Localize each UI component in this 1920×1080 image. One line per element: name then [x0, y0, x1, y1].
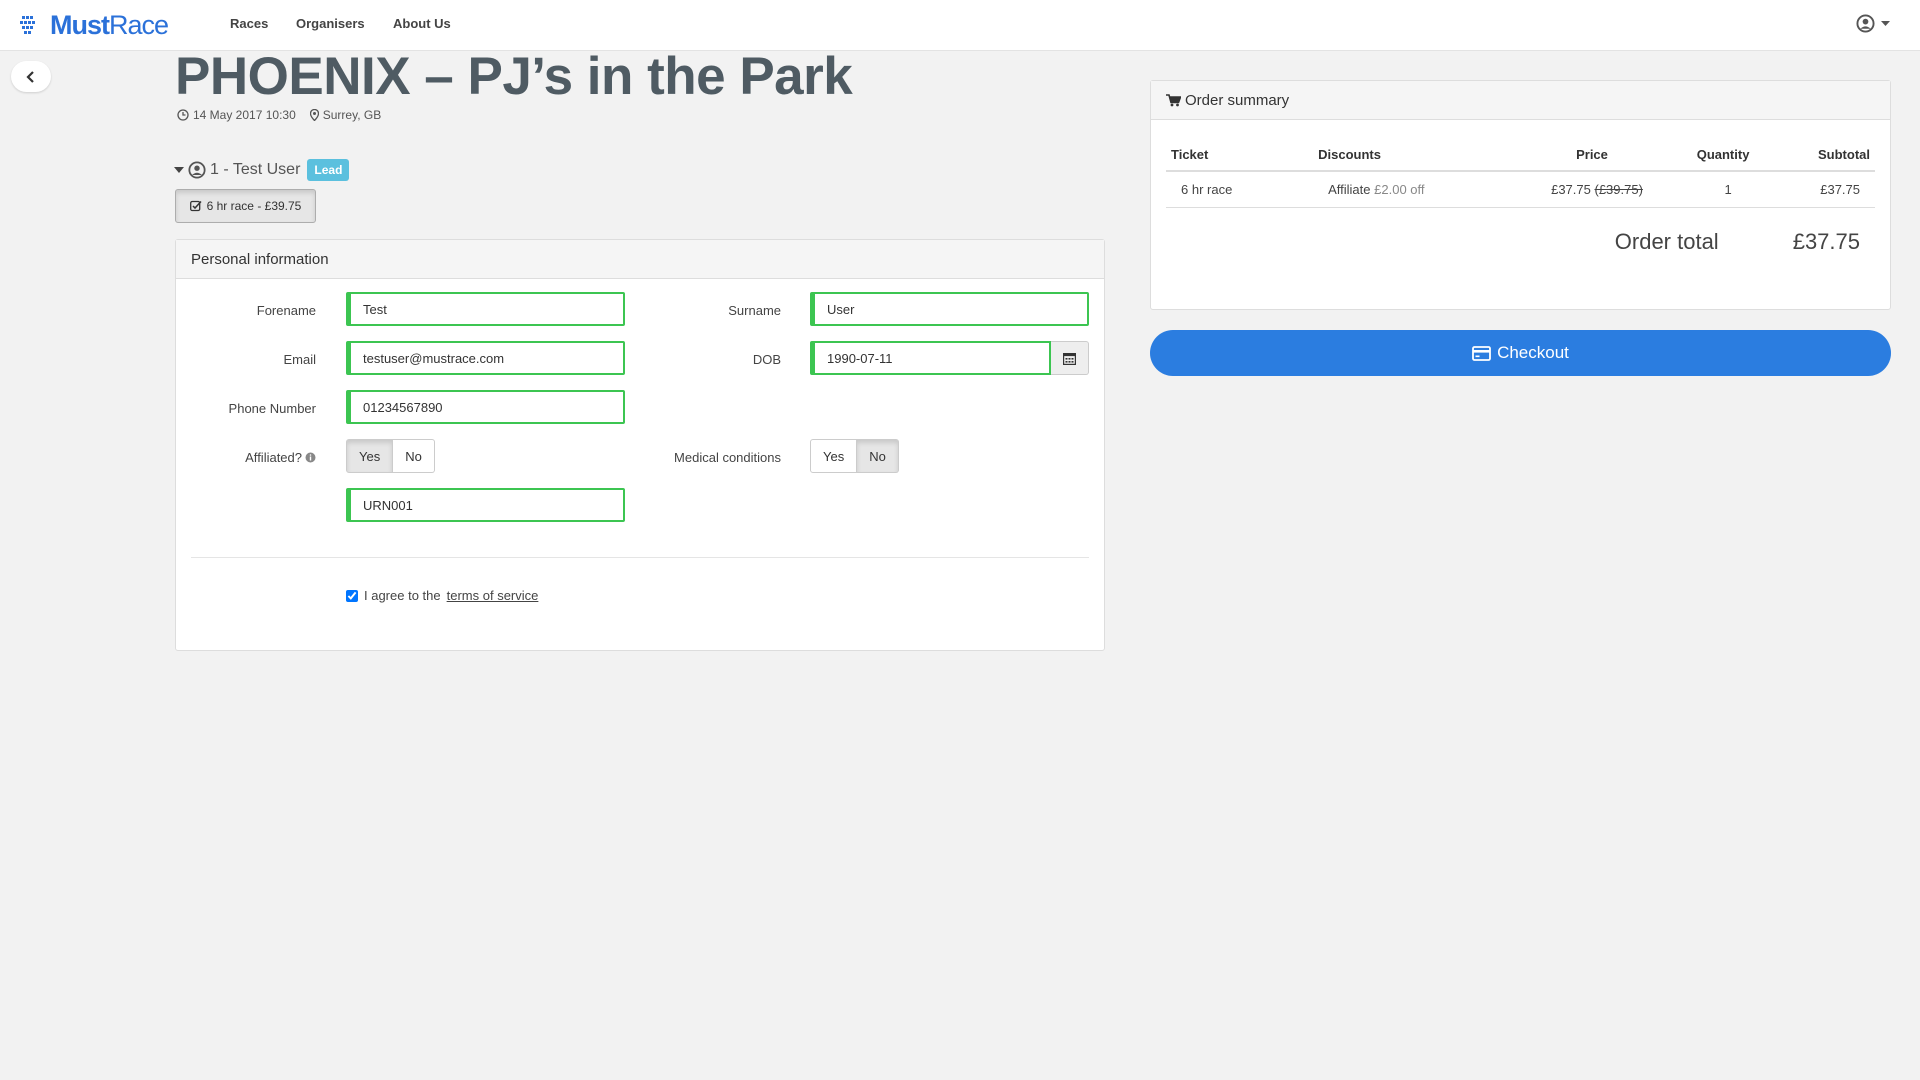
table-header-row: Ticket Discounts Price Quantity Subtotal: [1166, 139, 1875, 172]
ticket-toggle-label: 6 hr race - £39.75: [206, 199, 302, 213]
top-navbar: MustRace Races Organisers About Us: [0, 0, 1920, 51]
row-discount-amount: £2.00 off: [1374, 182, 1425, 197]
medical-label: Medical conditions: [674, 450, 781, 465]
nav-link-about-us[interactable]: About Us: [393, 16, 451, 31]
table-row: 6 hr race Affiliate £2.00 off £37.75 (£3…: [1166, 171, 1875, 208]
terms-agreement: I agree to the terms of service: [346, 588, 538, 603]
back-button[interactable]: [11, 61, 51, 92]
affiliated-toggle: Yes No: [346, 439, 435, 473]
row-subtotal: £37.75: [1770, 171, 1875, 208]
personal-information-heading: Personal information: [176, 240, 1104, 279]
order-summary-heading: Order summary: [1151, 81, 1890, 120]
forename-label: Forename: [256, 303, 316, 318]
event-location: Surrey, GB: [322, 108, 382, 122]
logo-text: MustRace: [50, 9, 169, 40]
map-marker-icon: [309, 109, 319, 121]
medical-no-button[interactable]: No: [857, 439, 899, 473]
column-header-subtotal: Subtotal: [1770, 139, 1875, 172]
logo-icon: [20, 16, 35, 34]
order-summary-title: Order summary: [1185, 91, 1290, 109]
column-header-discounts: Discounts: [1273, 139, 1509, 172]
medical-yes-button[interactable]: Yes: [810, 439, 858, 473]
column-header-price: Price: [1508, 139, 1676, 172]
ticket-toggle-button[interactable]: 6 hr race - £39.75: [175, 189, 316, 223]
entrant-label: 1 - Test User: [210, 161, 301, 178]
shopping-cart-icon: [1166, 93, 1181, 106]
user-circle-icon: [188, 161, 206, 179]
checkout-button[interactable]: Checkout: [1150, 330, 1891, 376]
phone-label: Phone Number: [228, 401, 316, 416]
order-total: Order total £37.75: [1615, 229, 1860, 255]
calendar-button[interactable]: [1051, 341, 1089, 375]
info-icon[interactable]: [305, 452, 316, 463]
row-price: £37.75 (£39.75): [1508, 171, 1676, 208]
affiliated-yes-button[interactable]: Yes: [346, 439, 394, 473]
event-meta: 14 May 2017 10:30 Surrey, GB: [177, 108, 381, 122]
order-total-value: £37.75: [1792, 229, 1860, 254]
row-ticket: 6 hr race: [1166, 171, 1274, 208]
checkout-label: Checkout: [1497, 343, 1569, 362]
row-price-original: (£39.75): [1594, 182, 1643, 197]
nav-link-organisers[interactable]: Organisers: [296, 16, 365, 31]
caret-down-icon: [174, 167, 184, 173]
user-menu[interactable]: [1856, 14, 1890, 33]
chevron-left-icon: [26, 70, 34, 83]
caret-down-icon: [1881, 20, 1890, 26]
dob-label: DOB: [752, 352, 781, 367]
clock-icon: [177, 109, 189, 121]
row-discount-name: Affiliate: [1328, 182, 1371, 197]
order-summary-panel: Order summary Ticket Discounts Price Qua…: [1150, 80, 1891, 310]
surname-input[interactable]: User: [810, 292, 1089, 326]
event-datetime: 14 May 2017 10:30: [193, 108, 296, 122]
form-divider: [191, 557, 1089, 558]
credit-card-icon: [1472, 345, 1491, 361]
calendar-icon: [1063, 352, 1076, 365]
order-total-label: Order total: [1614, 229, 1719, 254]
affiliated-no-button[interactable]: No: [393, 439, 435, 473]
urn-input[interactable]: URN001: [346, 488, 625, 522]
terms-of-service-link[interactable]: terms of service: [447, 588, 539, 603]
row-discount: Affiliate £2.00 off: [1273, 171, 1509, 208]
terms-checkbox[interactable]: [346, 589, 358, 602]
email-input[interactable]: testuser@mustrace.com: [346, 341, 625, 375]
page-title: PHOENIX – PJ’s in the Park: [175, 47, 853, 106]
column-header-quantity: Quantity: [1675, 139, 1771, 172]
personal-information-panel: Personal information Forename Test Surna…: [175, 239, 1105, 651]
affiliated-label-text: Affiliated?: [245, 450, 302, 465]
user-circle-icon: [1856, 14, 1875, 33]
column-header-ticket: Ticket: [1166, 139, 1274, 172]
row-price-current: £37.75: [1551, 182, 1591, 197]
lead-badge: Lead: [307, 159, 350, 181]
nav-link-races[interactable]: Races: [230, 16, 268, 31]
dob-input[interactable]: 1990-07-11: [810, 341, 1051, 375]
forename-input[interactable]: Test: [346, 292, 625, 326]
email-label: Email: [283, 352, 316, 367]
medical-toggle: Yes No: [810, 439, 899, 473]
row-quantity: 1: [1675, 171, 1771, 208]
mustrace-logo[interactable]: MustRace: [20, 9, 169, 40]
order-summary-table: Ticket Discounts Price Quantity Subtotal…: [1166, 139, 1875, 208]
checkbox-checked-icon: [189, 200, 202, 212]
surname-label: Surname: [728, 303, 781, 318]
entrant-toggle[interactable]: 1 - Test User Lead: [174, 159, 350, 181]
affiliated-label: Affiliated?: [196, 450, 316, 465]
phone-input[interactable]: 01234567890: [346, 390, 625, 424]
agree-text: I agree to the: [364, 588, 441, 603]
